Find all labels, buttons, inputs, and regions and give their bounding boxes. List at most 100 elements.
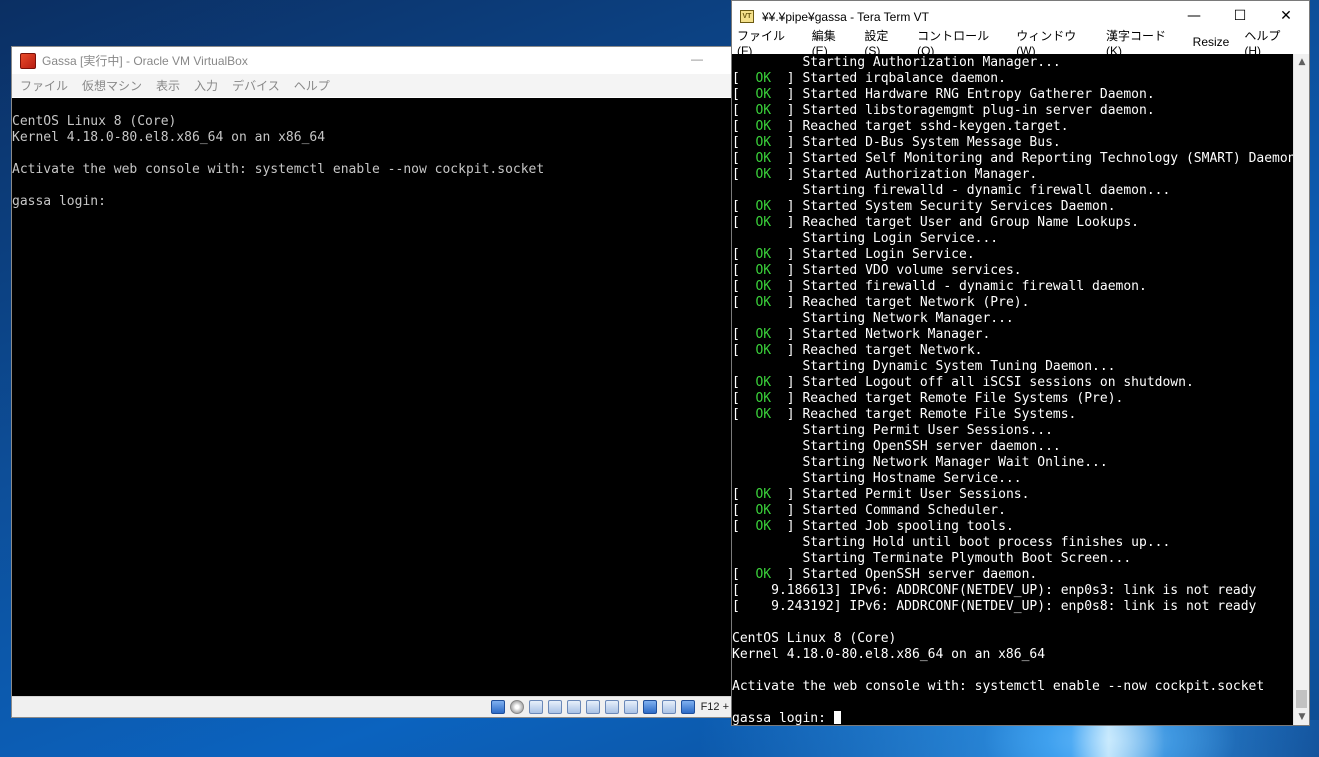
- keyboard-capture-icon[interactable]: [680, 700, 695, 714]
- terminal-line-text: Reached target Remote File Systems.: [802, 407, 1077, 422]
- terminal-line-text: Reached target Network.: [802, 343, 983, 358]
- terminal-line: [ OK ] Started Hardware RNG Entropy Gath…: [732, 87, 1155, 102]
- vbox-menu-item[interactable]: デバイス: [232, 77, 280, 94]
- terminal-line: [ OK ] Started Logout off all iSCSI sess…: [732, 375, 1194, 390]
- harddisk-icon[interactable]: [490, 700, 505, 714]
- ok-status: OK: [755, 327, 772, 342]
- teraterm-window[interactable]: VT ¥¥.¥pipe¥gassa - Tera Term VT — ☐ ✕ フ…: [731, 0, 1310, 726]
- terminal-line: [ OK ] Started Job spooling tools.: [732, 519, 1014, 534]
- vm-console-screen[interactable]: CentOS Linux 8 (Core) Kernel 4.18.0-80.el…: [12, 98, 731, 696]
- terminal-line: [ OK ] Reached target Network (Pre).: [732, 295, 1030, 310]
- teraterm-menu-item[interactable]: ファイル(F): [737, 27, 797, 58]
- terminal-line: [ 9.243192] IPv6: ADDRCONF(NETDEV_UP): e…: [732, 599, 1257, 614]
- console-line: Kernel 4.18.0-80.el8.x86_64 on an x86_64: [12, 130, 326, 145]
- usb-icon[interactable]: [566, 700, 581, 714]
- terminal-scrollbar[interactable]: ▲ ▼: [1293, 54, 1309, 725]
- ok-status: OK: [755, 375, 772, 390]
- video-capture-icon[interactable]: [623, 700, 638, 714]
- ok-status: OK: [755, 87, 772, 102]
- terminal-screen[interactable]: Starting Authorization Manager... [ OK ] …: [732, 54, 1294, 725]
- vbox-menu-item[interactable]: ファイル: [20, 77, 68, 94]
- teraterm-menu-item[interactable]: 漢字コード(K): [1106, 27, 1178, 58]
- teraterm-menu-item[interactable]: ウィンドウ(W): [1016, 27, 1091, 58]
- terminal-line-text: Started firewalld - dynamic firewall dae…: [802, 279, 1147, 294]
- vbox-menu-item[interactable]: 入力: [194, 77, 218, 94]
- network-icon[interactable]: [547, 700, 562, 714]
- terminal-line: Starting Hostname Service...: [732, 471, 1022, 486]
- minimize-button[interactable]: —: [691, 52, 703, 66]
- scrollbar-thumb[interactable]: [1296, 690, 1307, 708]
- text-cursor[interactable]: [833, 711, 841, 724]
- terminal-line-text: Started System Security Services Daemon.: [802, 199, 1116, 214]
- terminal-line: Starting firewalld - dynamic firewall da…: [732, 183, 1171, 198]
- teraterm-menu-item[interactable]: コントロール(O): [917, 27, 1001, 58]
- terminal-line: Starting Terminate Plymouth Boot Screen.…: [732, 551, 1132, 566]
- maximize-button[interactable]: ☐: [1217, 5, 1263, 27]
- optical-drive-icon[interactable]: [509, 700, 524, 714]
- terminal-line: [ OK ] Reached target Remote File System…: [732, 407, 1077, 422]
- terminal-line: [ OK ] Started Permit User Sessions.: [732, 487, 1030, 502]
- teraterm-menu-item[interactable]: 設定(S): [864, 27, 902, 58]
- vbox-menu-item[interactable]: 仮想マシン: [82, 77, 142, 94]
- display-icon[interactable]: [604, 700, 619, 714]
- terminal-line: [ OK ] Started libstoragemgmt plug-in se…: [732, 103, 1155, 118]
- teraterm-menubar: ファイル(F) 編集(E) 設定(S) コントロール(O) ウィンドウ(W) 漢字コード(…: [732, 29, 1309, 58]
- virtualbox-menubar: ファイル 仮想マシン 表示 入力 デバイス ヘルプ: [12, 74, 731, 97]
- terminal-line: Starting Network Manager...: [732, 311, 1014, 326]
- terminal-line: [ OK ] Started System Security Services …: [732, 199, 1116, 214]
- terminal-line: [ OK ] Reached target sshd-keygen.target…: [732, 119, 1069, 134]
- terminal-line-text: Started Permit User Sessions.: [802, 487, 1030, 502]
- terminal-line-text: Reached target Network (Pre).: [802, 295, 1030, 310]
- terminal-line: Starting Authorization Manager...: [732, 55, 1061, 70]
- terminal-line: [ OK ] Started Login Service.: [732, 247, 975, 262]
- terminal-line-text: Started Job spooling tools.: [802, 519, 1014, 534]
- teraterm-menu-item[interactable]: ヘルプ(H): [1244, 27, 1294, 58]
- virtualization-icon[interactable]: [642, 700, 657, 714]
- ok-status: OK: [755, 567, 772, 582]
- terminal-line-text: Started Hardware RNG Entropy Gatherer Da…: [802, 87, 1155, 102]
- ok-status: OK: [755, 519, 772, 534]
- ok-status: OK: [755, 279, 772, 294]
- terminal-line: [ 9.186613] IPv6: ADDRCONF(NETDEV_UP): e…: [732, 583, 1257, 598]
- ok-status: OK: [755, 487, 772, 502]
- vbox-menu-item[interactable]: ヘルプ: [294, 77, 330, 94]
- terminal-line: Starting Permit User Sessions...: [732, 423, 1053, 438]
- teraterm-menu-item[interactable]: 編集(E): [812, 27, 850, 58]
- shared-folder-icon[interactable]: [585, 700, 600, 714]
- audio-icon[interactable]: [528, 700, 543, 714]
- terminal-line-text: Started Login Service.: [802, 247, 975, 262]
- console-line: CentOS Linux 8 (Core): [12, 114, 177, 129]
- virtualbox-statusbar: F12 +: [12, 696, 731, 717]
- mouse-integration-icon[interactable]: [661, 700, 676, 714]
- terminal-line-text: Reached target User and Group Name Looku…: [802, 215, 1139, 230]
- terminal-line: gassa login:: [732, 711, 1294, 725]
- ok-status: OK: [755, 199, 772, 214]
- virtualbox-titlebar[interactable]: Gassa [実行中] - Oracle VM VirtualBox —: [12, 47, 731, 74]
- scroll-down-arrow-icon[interactable]: ▼: [1294, 709, 1310, 725]
- terminal-line: Starting Login Service...: [732, 231, 999, 246]
- vbox-menu-item[interactable]: 表示: [156, 77, 180, 94]
- ok-status: OK: [755, 343, 772, 358]
- ok-status: OK: [755, 263, 772, 278]
- minimize-button[interactable]: —: [1171, 5, 1217, 27]
- terminal-line: [ OK ] Reached target User and Group Nam…: [732, 215, 1139, 230]
- ok-status: OK: [755, 103, 772, 118]
- ok-status: OK: [755, 71, 772, 86]
- ok-status: OK: [755, 407, 772, 422]
- teraterm-menu-item[interactable]: Resize: [1193, 35, 1230, 49]
- terminal-line-text: Started VDO volume services.: [802, 263, 1022, 278]
- scroll-up-arrow-icon[interactable]: ▲: [1294, 54, 1310, 70]
- console-line: gassa login:: [12, 194, 106, 209]
- terminal-line: Starting Dynamic System Tuning Daemon...: [732, 359, 1116, 374]
- terminal-line-text: Started Self Monitoring and Reporting Te…: [802, 151, 1294, 166]
- terminal-line: [ OK ] Started firewalld - dynamic firew…: [732, 279, 1147, 294]
- close-button[interactable]: ✕: [1263, 5, 1309, 27]
- virtualbox-app-icon: [20, 52, 36, 69]
- ok-status: OK: [755, 247, 772, 262]
- ok-status: OK: [755, 135, 772, 150]
- ok-status: OK: [755, 119, 772, 134]
- ok-status: OK: [755, 151, 772, 166]
- virtualbox-window[interactable]: Gassa [実行中] - Oracle VM VirtualBox — ファイ…: [11, 46, 732, 718]
